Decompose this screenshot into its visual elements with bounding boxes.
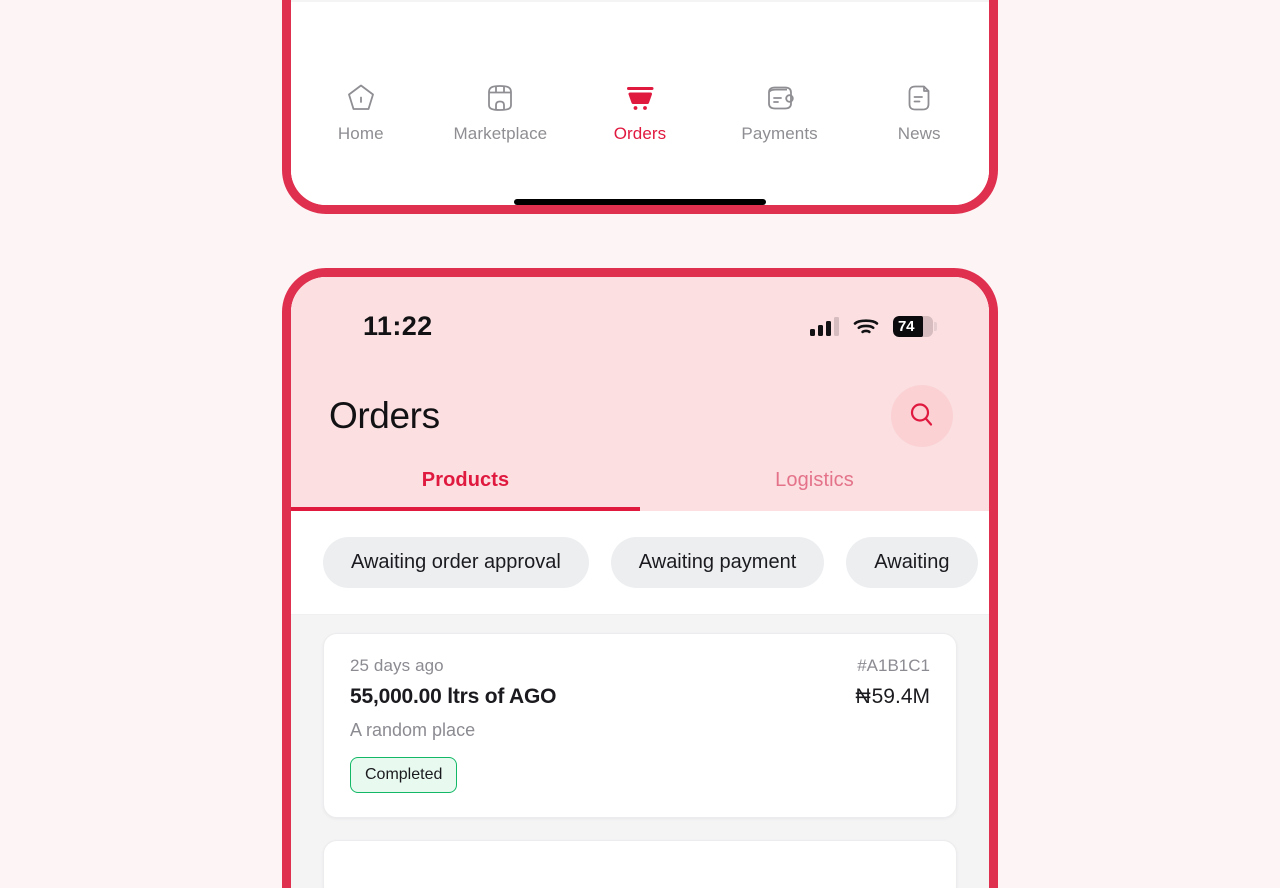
cart-icon: [623, 81, 657, 115]
tab-products[interactable]: Products: [291, 455, 640, 511]
phone-screen-bottom: 11:22 74 Orders Products Logistics Await…: [291, 277, 989, 888]
nav-item-marketplace[interactable]: Marketplace: [439, 81, 561, 144]
order-title: 55,000.00 ltrs of AGO: [350, 685, 557, 708]
status-bar-indicators: 74: [810, 315, 937, 337]
wifi-icon: [853, 317, 879, 336]
phone-screen-top: 2 months ago #A1B1C1 45,000.00 ltrs of P…: [291, 0, 989, 205]
order-time-ago: 25 days ago: [350, 656, 444, 675]
bottom-navigation-bar: Home Marketplace Orders Payments News: [291, 69, 989, 181]
status-bar-clock: 11:22: [363, 310, 433, 341]
orders-tabs: Products Logistics: [291, 455, 989, 511]
page-title: Orders: [329, 395, 440, 436]
battery-icon: 74: [893, 315, 937, 337]
orders-header-section: 11:22 74 Orders Products Logistics: [291, 277, 989, 511]
filter-chip-awaiting-payment[interactable]: Awaiting payment: [610, 537, 825, 588]
page-header: Orders: [291, 351, 989, 455]
search-icon: [907, 400, 937, 433]
nav-item-orders[interactable]: Orders: [579, 81, 701, 144]
order-card-next-partial[interactable]: [323, 840, 957, 888]
battery-level-label: 74: [898, 317, 915, 335]
nav-item-news[interactable]: News: [858, 81, 980, 144]
orders-list: 25 days ago #A1B1C1 55,000.00 ltrs of AG…: [291, 615, 989, 888]
marketplace-icon: [483, 81, 517, 115]
orders-list-top: 2 months ago #A1B1C1 45,000.00 ltrs of P…: [291, 0, 989, 2]
naira-symbol: ₦: [855, 685, 872, 708]
tab-logistics[interactable]: Logistics: [640, 455, 989, 511]
nav-item-payments[interactable]: Payments: [719, 81, 841, 144]
filter-chip-awaiting-order-approval[interactable]: Awaiting order approval: [323, 537, 589, 588]
tab-active-underline: [291, 507, 640, 511]
order-place: A random place: [350, 720, 476, 740]
status-bar: 11:22 74: [291, 277, 989, 351]
order-card[interactable]: 25 days ago #A1B1C1 55,000.00 ltrs of AG…: [323, 633, 957, 818]
home-icon: [344, 81, 378, 115]
nav-label-home: Home: [337, 124, 384, 143]
status-badge: Completed: [350, 757, 458, 793]
phone-frame-top: 2 months ago #A1B1C1 45,000.00 ltrs of P…: [282, 0, 998, 214]
wallet-icon: [763, 81, 797, 115]
order-amount-value: 59.4M: [871, 685, 930, 708]
order-card-title-row: 55,000.00 ltrs of AGO ₦59.4M: [350, 676, 930, 709]
order-id: #A1B1C1: [857, 656, 930, 675]
news-icon: [902, 81, 936, 115]
nav-label-payments: Payments: [741, 124, 818, 143]
nav-label-news: News: [897, 124, 941, 143]
nav-item-home[interactable]: Home: [300, 81, 422, 144]
phone-frame-bottom: 11:22 74 Orders Products Logistics Await…: [282, 268, 998, 888]
order-card-meta-row: 25 days ago #A1B1C1: [350, 656, 930, 676]
search-button[interactable]: [891, 385, 953, 447]
nav-label-orders: Orders: [613, 124, 667, 143]
filter-chip-awaiting-truncated[interactable]: Awaiting: [846, 537, 978, 588]
filter-chips-row[interactable]: Awaiting order approval Awaiting payment…: [291, 511, 989, 615]
home-indicator: [514, 199, 766, 205]
order-amount: ₦59.4M: [855, 685, 930, 709]
cellular-signal-icon: [810, 316, 839, 336]
battery-tip: [934, 321, 937, 331]
screenshot-stage: 2 months ago #A1B1C1 45,000.00 ltrs of P…: [0, 0, 1280, 888]
nav-label-marketplace: Marketplace: [453, 124, 548, 143]
